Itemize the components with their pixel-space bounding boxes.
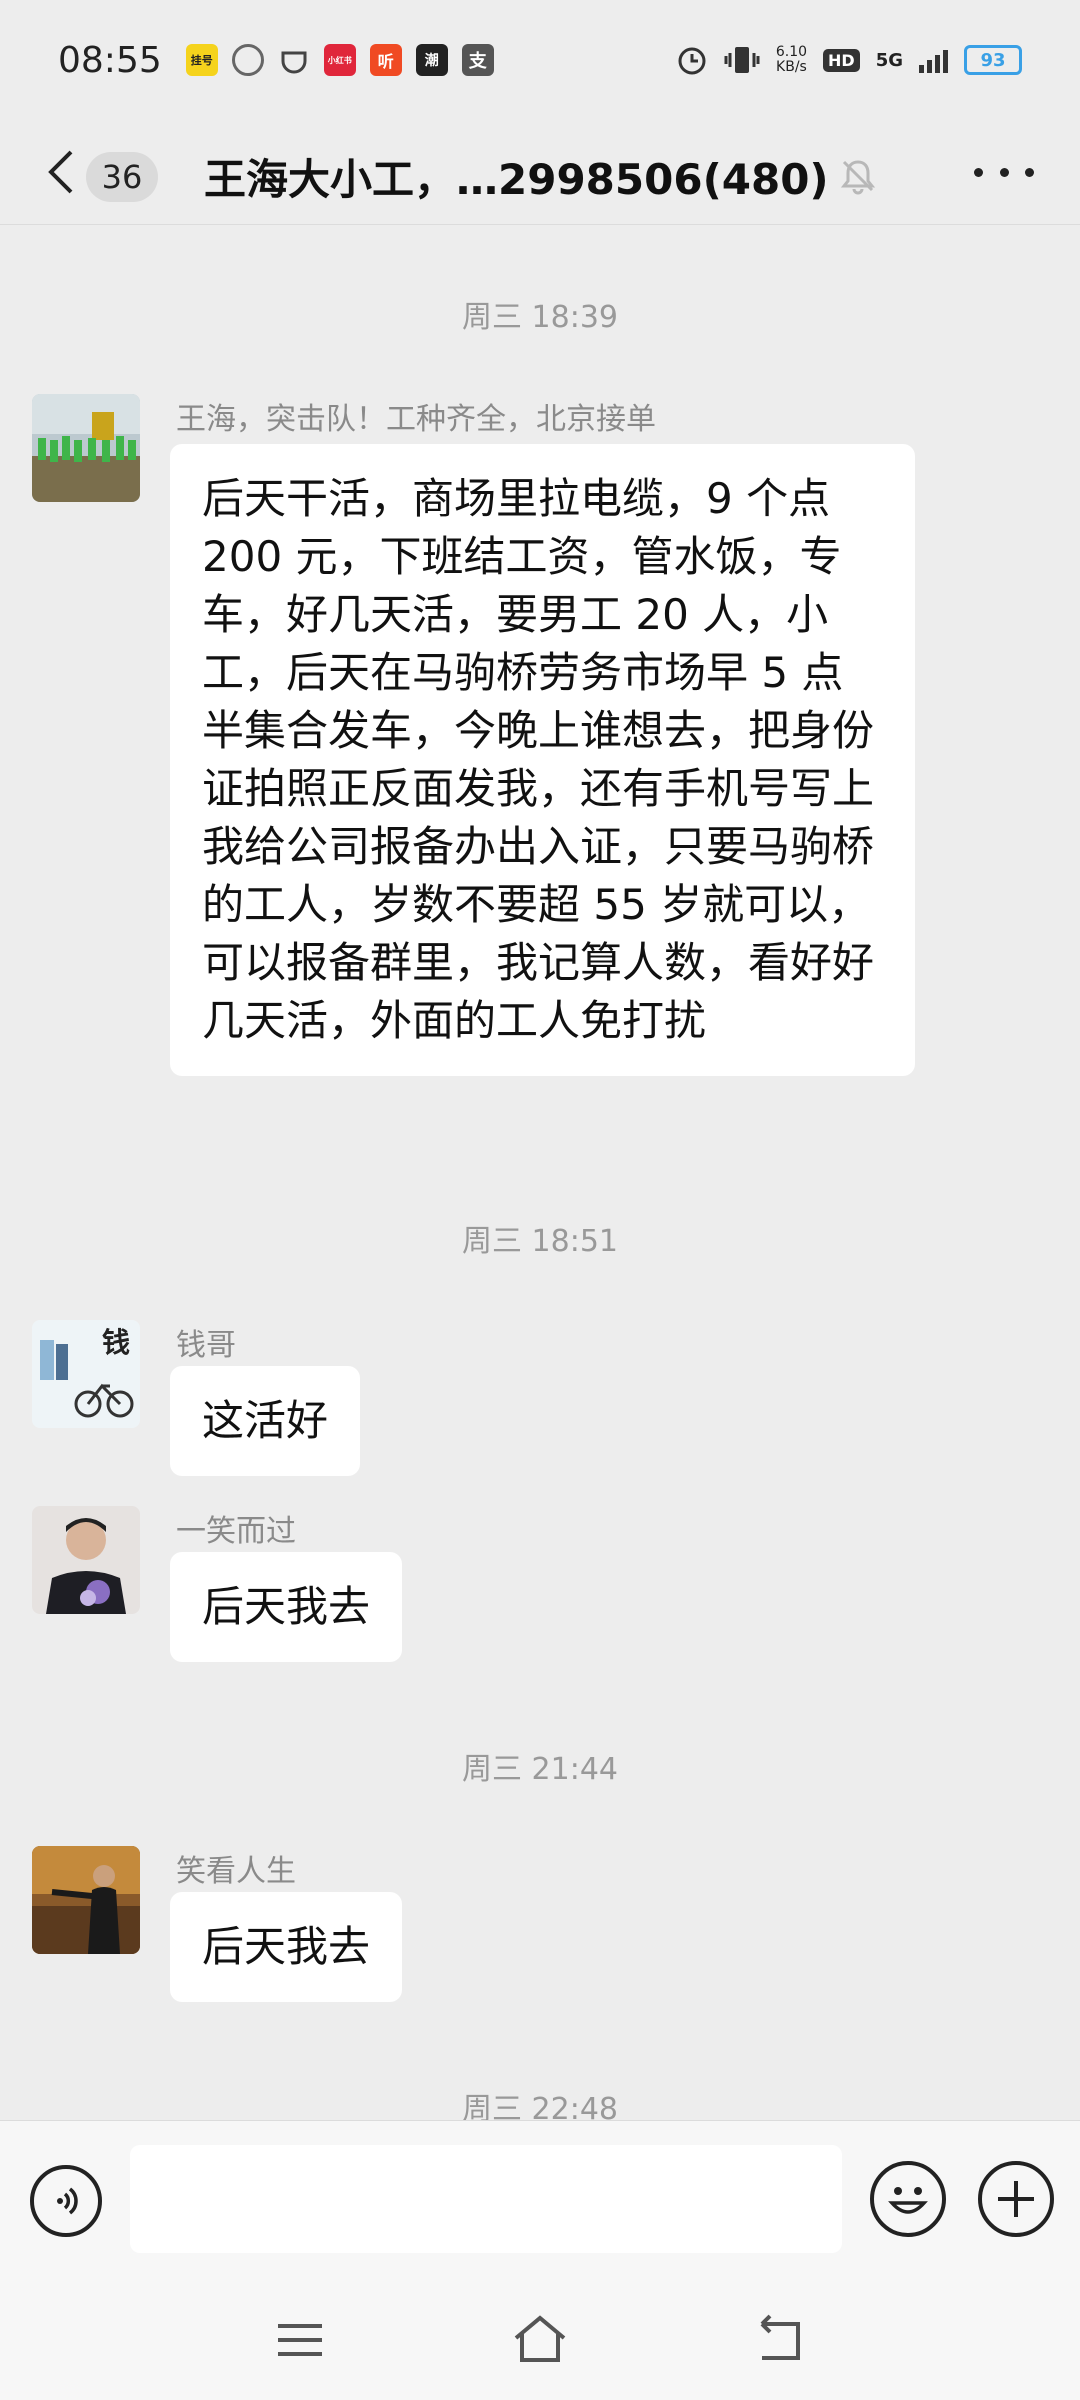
menu-icon [278,2324,322,2356]
network-type: 5G [875,49,903,71]
xiaohongshu-app-icon: 小红书 [323,44,356,76]
net-speed-unit: KB/s [776,59,807,75]
alarm-icon [678,47,706,75]
didi-app-icon [278,44,310,76]
avatar[interactable] [32,1506,140,1614]
avatar-bicycle-photo: 钱 [32,1320,140,1428]
network-app-icon [231,44,264,76]
voice-icon [57,2187,78,2215]
message-timestamp: 周三 21:44 [462,1752,618,1787]
unread-count-badge[interactable]: 36 [86,152,158,202]
alipay-app-icon: 支 [461,44,494,76]
more-options-button[interactable] [974,160,1034,184]
message-bubble[interactable]: 后天我去 [170,1552,403,1662]
avatar[interactable] [32,394,140,502]
net-speed: 6.10 KB/s [776,45,807,75]
nav-home-button[interactable] [510,2310,570,2370]
plus-icon [998,2181,1034,2217]
status-time: 08:55 [58,39,162,81]
chat-header: 36 王海大小工，…2998506(480) [0,120,1080,225]
avatar[interactable]: 钱 [32,1320,140,1428]
message-list[interactable]: 周三 18:39 王海，突击队！工种齐全，北京接单 后天干活，商场里拉电缆，9 … [0,226,1080,2120]
sender-name: 王海，突击队！工种齐全，北京接单 [176,402,656,437]
sender-name: 一笑而过 [176,1514,296,1549]
more-dot [1025,167,1034,177]
message-timestamp: 周三 18:39 [462,300,618,335]
message-bubble[interactable]: 这活好 [170,1366,361,1476]
avatar-portrait-photo [32,1506,140,1614]
add-attachment-button[interactable] [978,2161,1054,2237]
input-bar [0,2120,1080,2280]
message-input[interactable] [130,2145,842,2253]
voice-input-button[interactable] [30,2165,102,2237]
back-button[interactable] [40,142,80,202]
hd-badge: HD [823,48,860,72]
system-nav-bar [0,2280,1080,2400]
back-arrow-icon [760,2314,800,2360]
status-right: 6.10 KB/s HD 5G 93 [676,44,1022,76]
avatar-char: 钱 [102,1326,130,1359]
more-dot [999,167,1009,177]
battery-icon: 93 [964,45,1022,75]
more-dot [974,167,983,177]
message-timestamp: 周三 18:51 [462,1224,618,1259]
vibrate-icon [724,47,760,73]
guahao-app-icon: 挂号 [185,44,218,76]
nav-back-button[interactable] [750,2310,810,2370]
net-speed-value: 6.10 [775,44,808,60]
status-left: 08:55 挂号 小红书 听 潮 支 [58,40,494,81]
avatar-group-photo [32,394,140,502]
chat-title[interactable]: 王海大小工，…2998506(480) [204,146,829,207]
sender-name: 笑看人生 [176,1854,296,1889]
message-bubble[interactable]: 后天我去 [170,1892,403,2002]
chevron-left-icon [48,150,73,194]
avatar[interactable] [32,1846,140,1954]
status-bar: 08:55 挂号 小红书 听 潮 支 6.10 KB/s HD 5G 93 [0,0,1080,120]
mute-bell-icon [840,160,876,195]
nav-menu-button[interactable] [270,2310,330,2370]
signal-icon [919,47,948,73]
message-bubble[interactable]: 后天干活，商场里拉电缆，9 个点 200 元，下班结工资，管水饭，专车，好几天活… [170,444,915,1076]
emoji-button[interactable] [870,2161,946,2237]
home-icon [514,2315,566,2362]
smiley-icon [888,2187,928,2214]
battery-level: 93 [980,49,1006,71]
avatar-man-photo [32,1846,140,1954]
news-app-icon: 潮 [415,44,448,76]
ting-app-icon: 听 [369,44,402,76]
sender-name: 钱哥 [176,1328,236,1363]
message-timestamp: 周三 22:48 [462,2092,618,2120]
